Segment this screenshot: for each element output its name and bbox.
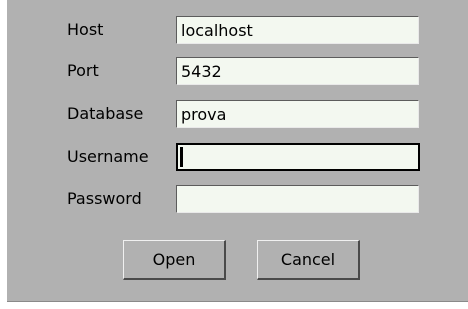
connection-dialog: Host Port Database Username Password Ope… [7, 0, 468, 302]
port-label: Port [67, 61, 99, 80]
host-label: Host [67, 20, 104, 39]
database-label: Database [67, 104, 144, 123]
port-field[interactable] [176, 57, 419, 85]
text-caret [180, 147, 183, 167]
password-field[interactable] [176, 185, 419, 213]
host-field[interactable] [176, 16, 419, 44]
database-field[interactable] [176, 100, 419, 128]
cancel-button[interactable]: Cancel [257, 240, 360, 280]
password-label: Password [67, 189, 142, 208]
username-field[interactable] [176, 143, 420, 171]
open-button[interactable]: Open [123, 240, 226, 280]
username-label: Username [67, 147, 149, 166]
